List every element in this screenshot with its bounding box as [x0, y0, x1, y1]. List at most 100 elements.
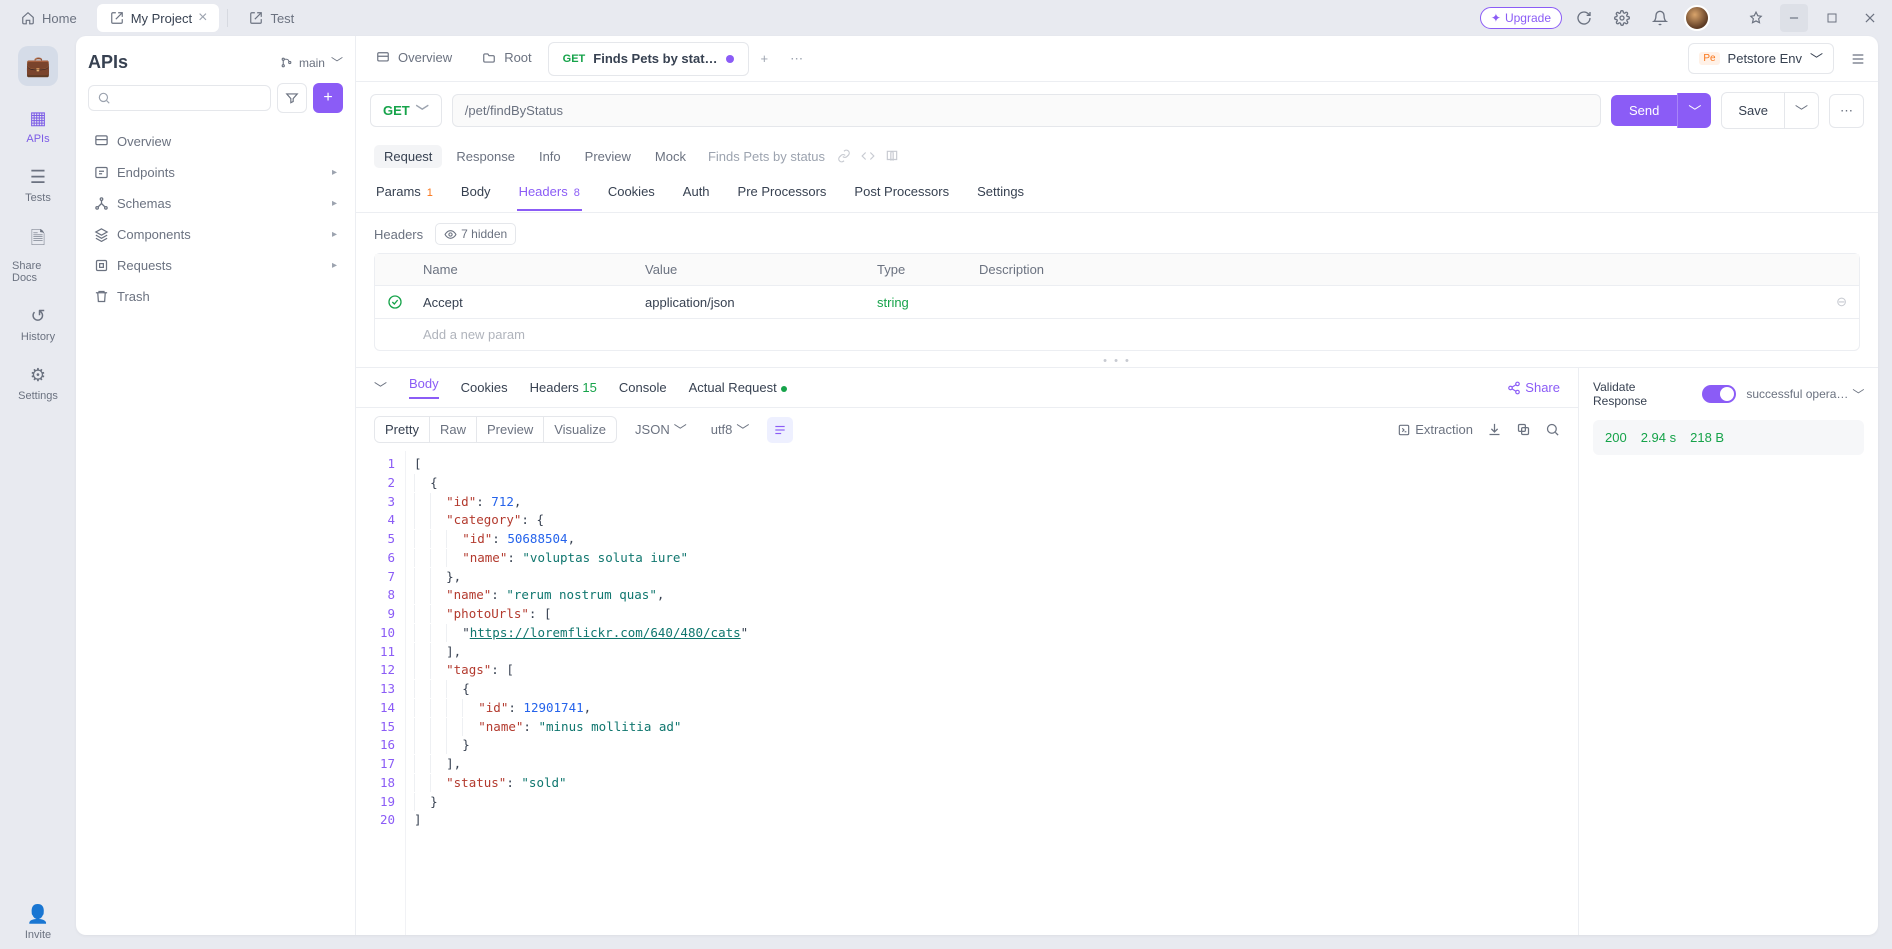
view-visualize[interactable]: Visualize [544, 417, 616, 442]
titlebar-tab-test[interactable]: Test [236, 4, 306, 32]
project-logo[interactable]: 💼 [18, 46, 58, 86]
sidebar-item-overview[interactable]: Overview [88, 127, 343, 156]
extract-icon [1397, 423, 1411, 437]
tab-overview[interactable]: Overview [362, 36, 466, 81]
resptab-actual[interactable]: Actual Request [689, 380, 787, 395]
view-pretty[interactable]: Pretty [375, 417, 430, 442]
tab-request[interactable]: GET Finds Pets by stat… [548, 42, 749, 76]
wrap-toggle[interactable] [767, 417, 793, 443]
subtab-preview[interactable]: Preview [575, 145, 641, 168]
sidebar-item-components[interactable]: Components ▸ [88, 220, 343, 249]
titlebar: Home My Project × Test ✦ Upgrade [0, 0, 1892, 36]
rail-item-settings[interactable]: ⚙ Settings [8, 357, 68, 410]
sidebar-item-endpoints[interactable]: Endpoints ▸ [88, 158, 343, 187]
view-preview[interactable]: Preview [477, 417, 544, 442]
sidebar-item-requests[interactable]: Requests ▸ [88, 251, 343, 280]
gear-icon: ⚙ [30, 365, 46, 386]
reqtab-body[interactable]: Body [459, 174, 493, 211]
tab-root[interactable]: Root [468, 36, 545, 81]
rail-item-share-docs[interactable]: 🗎 Share Docs [8, 218, 68, 292]
env-selector[interactable]: Pe Petstore Env ﹀ [1688, 43, 1834, 74]
branch-selector[interactable]: main ﹀ [280, 54, 343, 71]
status-dot-icon [781, 386, 787, 392]
add-button[interactable]: + [313, 83, 343, 113]
subtab-request[interactable]: Request [374, 145, 442, 168]
pin-icon[interactable] [1742, 4, 1770, 32]
resptab-cookies[interactable]: Cookies [461, 380, 508, 395]
subtab-response[interactable]: Response [446, 145, 525, 168]
reqtab-pre[interactable]: Pre Processors [736, 174, 829, 211]
panel-menu-icon[interactable] [1844, 45, 1872, 73]
reqtab-post[interactable]: Post Processors [852, 174, 951, 211]
search-icon[interactable] [1545, 422, 1560, 437]
copy-icon[interactable] [1516, 422, 1531, 437]
resptab-headers[interactable]: Headers 15 [530, 380, 597, 395]
collapse-response-icon[interactable]: ﹀ [374, 378, 387, 397]
send-dropdown[interactable]: ﹀ [1677, 93, 1711, 128]
subtab-info[interactable]: Info [529, 145, 571, 168]
tabs-more-button[interactable]: ⋯ [780, 45, 813, 73]
close-icon[interactable]: × [198, 10, 207, 26]
titlebar-tab-home[interactable]: Home [8, 4, 89, 32]
status-time: 2.94 s [1641, 430, 1676, 445]
download-icon[interactable] [1487, 422, 1502, 437]
close-window-icon[interactable] [1856, 4, 1884, 32]
rail-item-history[interactable]: ↺ History [8, 298, 68, 351]
send-button[interactable]: Send [1611, 95, 1677, 126]
rail-item-invite[interactable]: 👤 Invite [8, 896, 68, 949]
filter-button[interactable] [277, 83, 307, 113]
resptab-console[interactable]: Console [619, 380, 667, 395]
request-more-button[interactable]: ⋯ [1829, 94, 1864, 128]
rail-item-apis[interactable]: ▦ APIs [8, 100, 68, 153]
link-icon[interactable] [837, 149, 851, 163]
save-button[interactable]: Save [1722, 95, 1784, 126]
extraction-button[interactable]: Extraction [1397, 422, 1473, 437]
resptab-body[interactable]: Body [409, 376, 439, 399]
view-raw[interactable]: Raw [430, 417, 477, 442]
chevron-right-icon: ▸ [332, 260, 337, 271]
settings-gear-icon[interactable] [1608, 4, 1636, 32]
resize-handle[interactable]: • • • [356, 355, 1878, 367]
reqtab-cookies[interactable]: Cookies [606, 174, 657, 211]
book-icon[interactable] [885, 149, 899, 163]
url-input[interactable]: /pet/findByStatus [452, 94, 1601, 127]
search-icon [97, 91, 111, 105]
share-doc-icon: 🗎 [31, 226, 45, 256]
table-row[interactable]: Accept application/json string ⊖ [375, 286, 1859, 319]
refresh-icon[interactable] [1570, 4, 1598, 32]
validate-toggle[interactable] [1702, 385, 1736, 403]
titlebar-tab-project[interactable]: My Project × [97, 4, 220, 32]
upgrade-button[interactable]: ✦ Upgrade [1480, 7, 1562, 29]
avatar[interactable] [1684, 5, 1710, 31]
hidden-headers-toggle[interactable]: 7 hidden [435, 223, 516, 245]
rail-item-tests[interactable]: ☰ Tests [8, 159, 68, 212]
reqtab-settings[interactable]: Settings [975, 174, 1026, 211]
search-input[interactable] [88, 85, 271, 111]
save-dropdown[interactable]: ﹀ [1784, 93, 1818, 128]
bell-icon[interactable] [1646, 4, 1674, 32]
filter-icon [285, 91, 299, 105]
code-icon[interactable] [861, 149, 875, 163]
open-in-new-icon [109, 10, 125, 26]
share-button[interactable]: Share [1507, 380, 1560, 395]
status-size: 218 B [1690, 430, 1724, 445]
reqtab-headers[interactable]: Headers8 [517, 174, 582, 211]
method-selector[interactable]: GET ﹀ [370, 94, 442, 127]
reqtab-params[interactable]: Params1 [374, 174, 435, 211]
encoding-selector[interactable]: utf8 ﹀ [705, 416, 756, 443]
add-param-row[interactable]: Add a new param [375, 319, 1859, 350]
response-body[interactable]: 1234567891011121314151617181920 [ { "id"… [356, 451, 1578, 935]
sidebar-item-trash[interactable]: Trash [88, 282, 343, 311]
schema-selector[interactable]: successful opera… ﹀ [1746, 386, 1864, 403]
maximize-icon[interactable] [1818, 4, 1846, 32]
minimize-icon[interactable] [1780, 4, 1808, 32]
reqtab-auth[interactable]: Auth [681, 174, 712, 211]
remove-row-icon[interactable]: ⊖ [1823, 294, 1847, 310]
request-icon [94, 258, 109, 273]
breadcrumb: Finds Pets by status [708, 149, 825, 164]
new-tab-button[interactable]: + [751, 45, 779, 72]
subtab-mock[interactable]: Mock [645, 145, 696, 168]
format-selector[interactable]: JSON ﹀ [629, 416, 693, 443]
check-icon[interactable] [387, 294, 411, 310]
sidebar-item-schemas[interactable]: Schemas ▸ [88, 189, 343, 218]
